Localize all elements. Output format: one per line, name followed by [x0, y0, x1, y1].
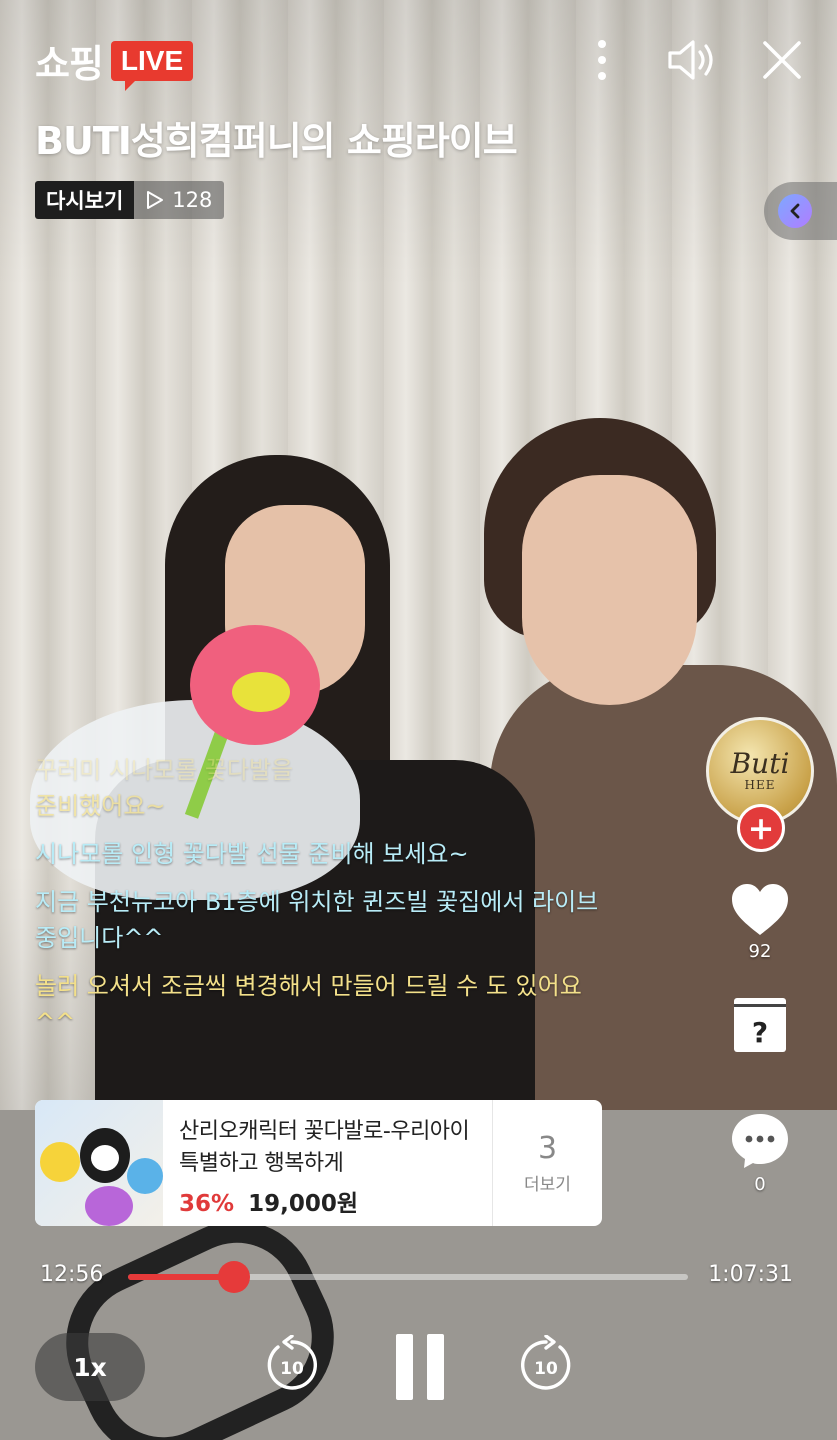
- rewind-icon: 10: [267, 1334, 317, 1390]
- like-button[interactable]: 92: [730, 883, 790, 962]
- replay-info: 다시보기 128: [35, 181, 225, 219]
- product-price: 19,000원: [248, 1190, 358, 1217]
- chat-message-text: 준비했어요~: [35, 792, 166, 820]
- like-count: 92: [748, 941, 772, 962]
- product-card[interactable]: 산리오캐릭터 꽃다발로-우리아이 특별하고 행복하게 36% 19,000원 3…: [35, 1100, 602, 1226]
- side-panel-tab[interactable]: [764, 182, 837, 240]
- qa-button[interactable]: ?: [732, 996, 788, 1058]
- follow-button[interactable]: +: [737, 804, 785, 852]
- product-thumbnail: [35, 1100, 163, 1226]
- chevron-left-icon: [778, 194, 812, 228]
- flower-center: [232, 672, 290, 712]
- current-time: 12:56: [40, 1262, 104, 1287]
- product-price-row: 36% 19,000원: [179, 1184, 478, 1218]
- chat-feed: 꾸러미 시나모롤 꽃다발을 준비했어요~ 시나모롤 인형 꽃다발 선물 준비해 …: [35, 756, 615, 1052]
- speaker-icon[interactable]: [667, 35, 717, 85]
- product-name: 산리오캐릭터 꽃다발로-우리아이 특별하고 행복하게: [179, 1119, 470, 1176]
- svg-text:10: 10: [280, 1359, 304, 1379]
- more-label: 더보기: [524, 1175, 571, 1195]
- question-box-icon: ?: [734, 998, 786, 1052]
- live-badge: LIVE: [110, 40, 194, 91]
- pause-icon: [396, 1334, 444, 1400]
- logo-text: 쇼핑: [35, 42, 104, 86]
- more-products-button[interactable]: 3 더보기: [492, 1100, 602, 1226]
- replay-badge: 다시보기: [35, 181, 135, 219]
- product-info: 산리오캐릭터 꽃다발로-우리아이 특별하고 행복하게 36% 19,000원: [163, 1100, 492, 1226]
- fast-forward-icon: 10: [521, 1334, 571, 1390]
- thumb-yellow-flower: [40, 1142, 80, 1182]
- play-outline-icon: [147, 191, 164, 209]
- total-time: 1:07:31: [708, 1262, 793, 1287]
- thumb-blue-flower: [127, 1158, 163, 1194]
- chat-message-faded: 꾸러미 시나모롤 꽃다발을: [35, 756, 294, 784]
- seek-bar[interactable]: [128, 1261, 688, 1293]
- thumb-kuromi-face: [91, 1145, 119, 1171]
- speech-bubble-icon: [732, 1114, 788, 1168]
- top-toolbar: [577, 35, 807, 85]
- live-replay-screen: 쇼핑 LIVE BUTI성희컴퍼니의 쇼핑라이브 다시보기 128 꾸러미 시나…: [0, 0, 837, 1440]
- chat-message: 시나모롤 인형 꽃다발 선물 준비해 보세요~: [35, 840, 469, 868]
- discount-rate: 36%: [179, 1190, 235, 1217]
- action-rail: Buti HEE + 92 ? 0: [705, 717, 815, 1195]
- seller-avatar[interactable]: Buti HEE +: [706, 717, 814, 852]
- thumb-purple-flower: [85, 1186, 133, 1226]
- chat-message: 꾸러미 시나모롤 꽃다발을 준비했어요~: [35, 752, 615, 824]
- host-right-face: [522, 475, 697, 705]
- chat-message: 지금 부천뉴코아 B1층에 위치한 퀸즈빌 꽃집에서 라이브 중입니다^^: [35, 888, 599, 952]
- close-icon[interactable]: [757, 35, 807, 85]
- avatar-logo-text: Buti: [730, 747, 790, 780]
- forward-10-button[interactable]: 10: [516, 1334, 576, 1399]
- pause-button[interactable]: [392, 1330, 448, 1408]
- rewind-10-button[interactable]: 10: [262, 1334, 322, 1399]
- view-count-value: 128: [172, 188, 213, 212]
- more-vertical-icon[interactable]: [577, 35, 627, 85]
- shopping-live-logo: 쇼핑 LIVE: [35, 33, 194, 91]
- svg-text:10: 10: [534, 1359, 558, 1379]
- comment-count: 0: [754, 1174, 766, 1195]
- chat-message: 놀러 오셔서 조금씩 변경해서 만들어 드릴 수 도 있어요^^: [35, 972, 582, 1036]
- comment-button[interactable]: 0: [730, 1112, 790, 1195]
- product-count: 3: [537, 1131, 558, 1166]
- stream-title: BUTI성희컴퍼니의 쇼핑라이브: [35, 119, 518, 163]
- view-count: 128: [134, 181, 225, 219]
- avatar-logo-sub: HEE: [744, 778, 776, 792]
- svg-text:?: ?: [752, 1016, 768, 1049]
- heart-icon: [732, 884, 788, 935]
- playback-speed-button[interactable]: 1x: [35, 1333, 145, 1401]
